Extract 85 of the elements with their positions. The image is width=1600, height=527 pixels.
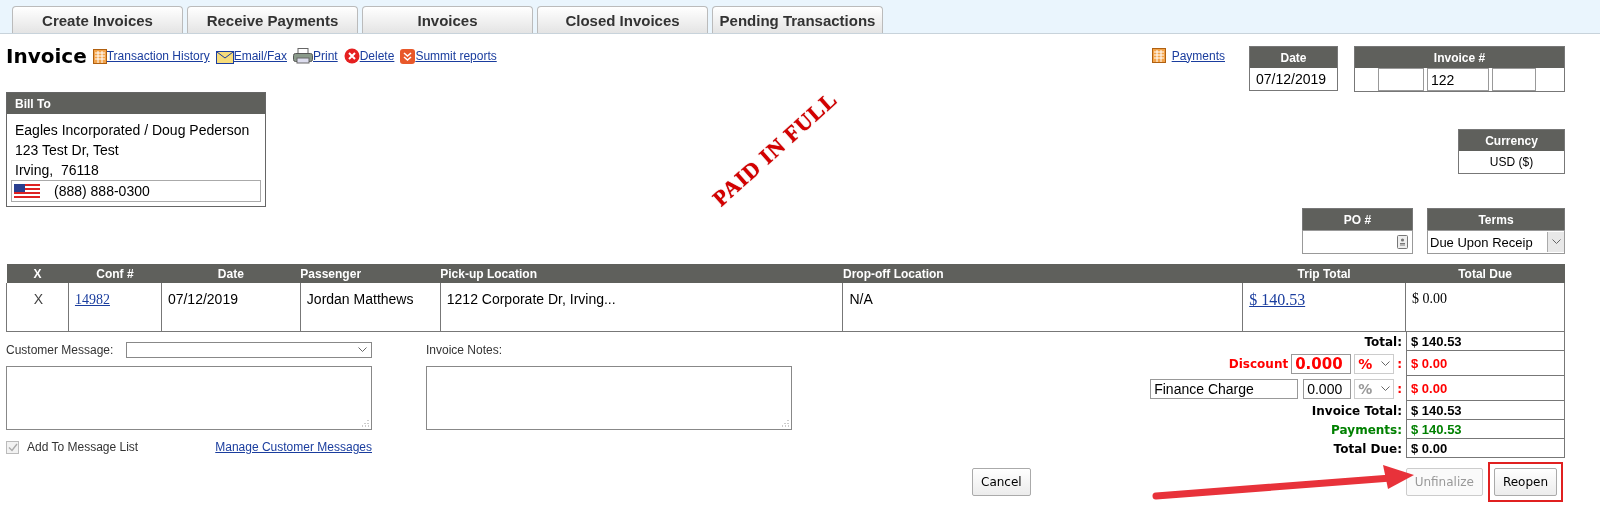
message-select[interactable] [126,342,372,358]
column-header: Trip Total [1242,264,1406,283]
contact-card-icon [1397,235,1408,249]
payments-link[interactable]: Payments [1171,48,1225,63]
column-header: Pick-up Location [440,264,843,283]
total-label: Payments: [1331,422,1402,437]
total-value: $ 140.53 [1406,332,1565,351]
tab[interactable]: Closed Invoices [537,6,708,33]
charge-name-field[interactable]: Finance Charge [1150,378,1299,399]
currency-value: USD ($) [1488,154,1535,171]
field-label: Invoice Notes: [426,342,504,359]
table-cell: N/A [843,283,1243,332]
resize-grip-icon [782,420,789,427]
total-value: $ 0.00 [1406,376,1565,401]
date-value: 07/12/2019 [1255,70,1328,89]
address-line: Eagles Incorporated / Doug Pederson [15,121,251,140]
total-value: $ 0.00 [1406,351,1565,376]
caret-icon [1551,239,1561,245]
address-line: Irving, 76118 [15,161,100,180]
column-header: PO # [1302,208,1413,230]
input-field[interactable] [1492,68,1536,91]
table-cell: X [6,283,69,332]
toolbar-link[interactable]: Transaction History [106,49,210,63]
column-header: Terms [1427,208,1565,230]
trip-total-link[interactable]: $ 140.53 [1249,291,1306,308]
column-header: Date [1250,47,1337,68]
input-field[interactable] [1378,68,1424,91]
tab[interactable]: Pending Transactions [712,6,883,33]
checkbox-label: Add To Message List [27,440,139,454]
column-header: Conf # [68,264,162,283]
toolbar-link[interactable]: Delete [359,49,395,63]
column-header: Passenger [300,264,441,283]
colon: : [1397,381,1402,396]
table-cell: 1212 Corporate Dr, Irving... [440,283,843,332]
invoice-number-field[interactable]: 122 [1427,68,1489,91]
toolbar-link[interactable]: Summit reports [415,49,497,63]
panel-header: Bill To [15,96,51,111]
resize-grip-icon [362,420,369,427]
table-cell: $ 0.00 [1405,283,1565,332]
address-line: 123 Test Dr, Test [15,141,120,160]
page-title: Invoice [6,44,87,68]
total-value: $ 140.53 [1406,420,1565,439]
manage-messages-link[interactable]: Manage Customer Messages [215,440,372,454]
column-header: Currency [1459,130,1564,151]
phone-field[interactable]: (888) 888-0300 [11,180,261,202]
tab[interactable]: Receive Payments [187,6,358,33]
colon: : [1397,356,1402,371]
column-header: Total Due [1405,264,1565,283]
tab[interactable]: Create Invoices [12,6,183,33]
ledger-icon [92,48,107,64]
toolbar-link[interactable]: Print [313,49,338,63]
envelope-icon [215,48,234,64]
notes-textarea[interactable] [426,366,792,430]
unit-select[interactable]: % [1354,353,1395,374]
total-value: $ 0.00 [1406,439,1565,458]
column-header: Date [161,264,301,283]
table-cell: 07/12/2019 [161,283,301,332]
column-header: Invoice # [1355,47,1564,68]
action-button[interactable]: Cancel [972,468,1031,496]
table-cell: Jordan Matthews [300,283,441,332]
delete-icon [343,48,360,64]
flag-icon [14,184,40,198]
total-label: Invoice Total: [1311,403,1402,418]
charge-amount-field[interactable]: 0.000 [1303,378,1352,399]
field-label: Customer Message: [6,342,114,359]
po-field[interactable] [1302,230,1413,254]
ledger-icon [1151,48,1166,63]
discount-label: Discount [1228,356,1289,371]
caret-icon [358,347,367,353]
chevron-down-icon [400,48,416,64]
total-label: Total: [1364,334,1402,349]
total-value: $ 140.53 [1406,401,1565,420]
message-textarea[interactable] [6,366,372,430]
discount-field[interactable]: 0.000 [1291,353,1352,374]
column-header: X [6,264,69,283]
action-button[interactable]: Reopen [1493,468,1558,496]
printer-icon [293,48,313,64]
confirmation-link[interactable]: 14982 [74,292,110,307]
caret-icon [1381,360,1391,367]
toolbar-link[interactable]: Email/Fax [233,49,287,63]
tab[interactable]: Invoices [362,6,533,33]
caret-icon [1381,385,1391,392]
total-label: Total Due: [1333,441,1402,456]
terms-select[interactable]: Due Upon Receip [1427,230,1565,254]
column-header: Drop-off Location [843,264,1243,283]
